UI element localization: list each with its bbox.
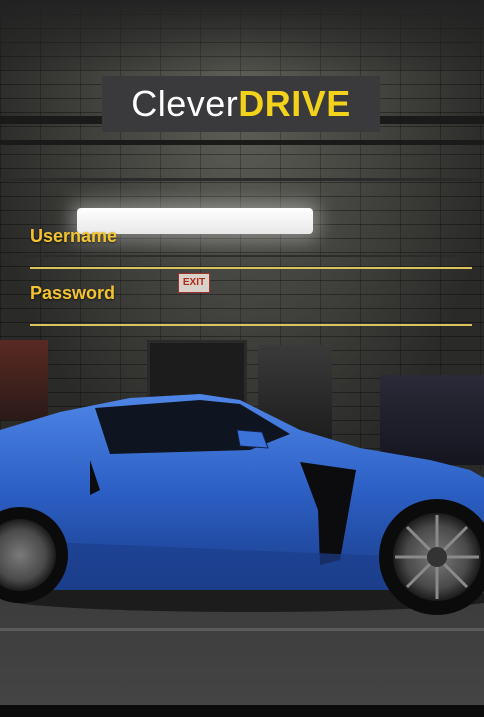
ceiling-beam <box>0 140 484 145</box>
ceiling-shadow <box>0 0 484 70</box>
username-input[interactable] <box>30 247 472 269</box>
cleverdrive-logo: Clever DRIVE <box>102 76 380 132</box>
car-image <box>0 394 484 615</box>
bottom-bar <box>0 705 484 717</box>
wall-pipe <box>0 178 484 181</box>
password-field-group: Password <box>30 283 472 326</box>
login-screen: EXIT Clever DRIVE Username Password <box>0 0 484 717</box>
logo-text-clever: Clever <box>131 83 239 124</box>
username-field-group: Username <box>30 226 472 269</box>
password-input[interactable] <box>30 304 472 326</box>
floor-line <box>0 628 484 631</box>
password-label: Password <box>30 283 116 303</box>
username-label: Username <box>30 226 118 246</box>
logo-text-drive: DRIVE <box>238 83 351 124</box>
